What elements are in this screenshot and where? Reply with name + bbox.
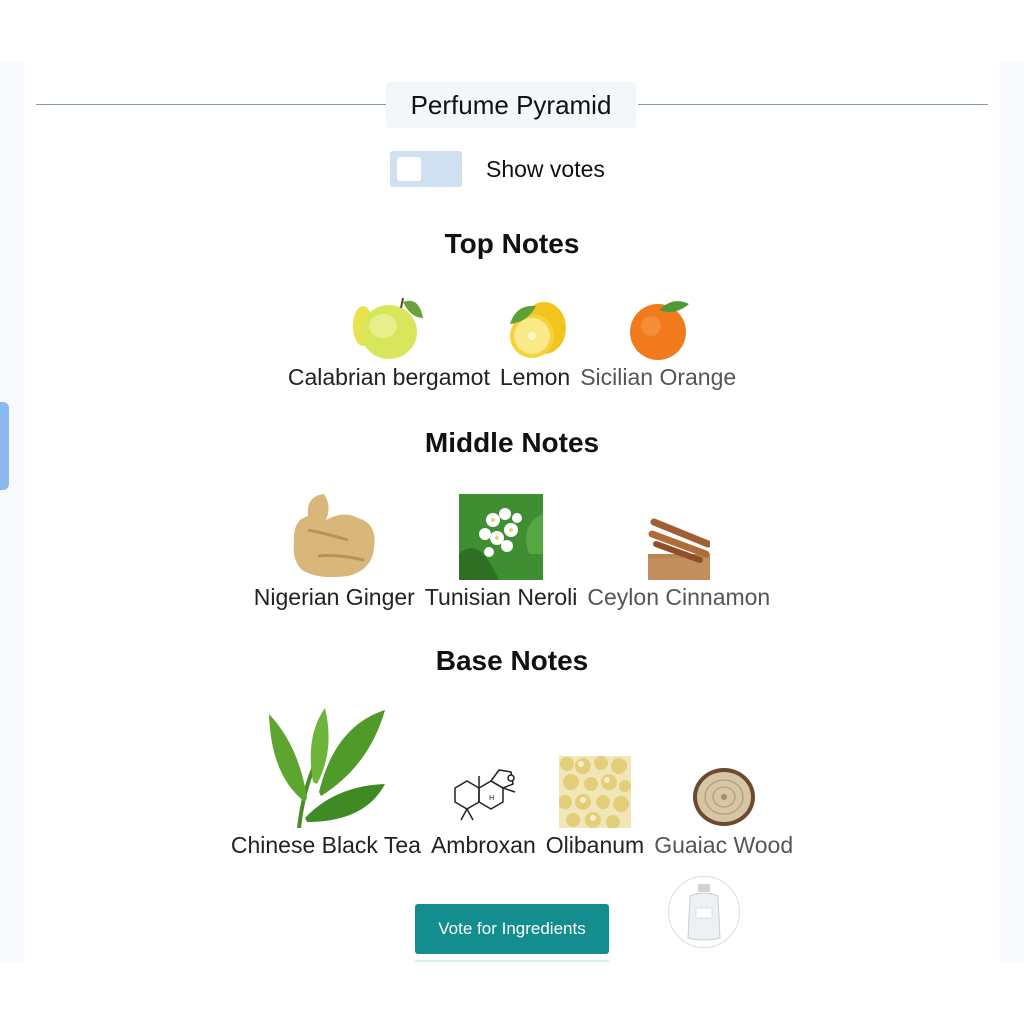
perfume-pyramid-card: Perfume Pyramid Show votes Top Notes Cal… bbox=[24, 62, 1000, 962]
show-votes-label: Show votes bbox=[486, 155, 605, 182]
perfume-bottle-icon bbox=[687, 884, 721, 941]
toggle-knob bbox=[397, 157, 421, 181]
note-label: Chinese Black Tea bbox=[230, 832, 421, 858]
page-margin-left bbox=[0, 62, 24, 962]
lemon-icon bbox=[502, 290, 568, 360]
wood-slice-icon bbox=[691, 766, 757, 828]
note-label: Guaiac Wood bbox=[654, 832, 794, 858]
note-chinese-black-tea[interactable]: Chinese Black Tea bbox=[231, 706, 421, 859]
top-notes-list: Calabrian bergamot Lemon Sicilian Orange bbox=[24, 290, 1000, 391]
note-label: Calabrian bergamot bbox=[287, 364, 490, 390]
middle-notes-list: Nigerian Ginger Tunisian Neroli Ceylon C… bbox=[24, 490, 1000, 611]
pyramid-title: Perfume Pyramid bbox=[386, 82, 636, 128]
base-notes-list: Chinese Black Tea H Ambroxan Olibanum Gu… bbox=[24, 706, 1000, 859]
top-notes-heading: Top Notes bbox=[444, 228, 580, 259]
note-lemon[interactable]: Lemon bbox=[500, 290, 570, 391]
vote-for-ingredients-button[interactable]: Vote for Ingredients bbox=[415, 904, 609, 954]
note-sicilian-orange[interactable]: Sicilian Orange bbox=[580, 290, 736, 391]
page: Perfume Pyramid Show votes Top Notes Cal… bbox=[0, 0, 1024, 1024]
perfume-bottle-thumbnail[interactable] bbox=[668, 876, 740, 948]
show-votes-toggle[interactable] bbox=[390, 151, 462, 187]
base-notes-heading: Base Notes bbox=[435, 645, 589, 676]
note-label: Ceylon Cinnamon bbox=[587, 584, 771, 610]
note-ambroxan[interactable]: H Ambroxan bbox=[431, 766, 536, 859]
neroli-icon bbox=[459, 494, 544, 580]
bergamot-icon bbox=[352, 290, 425, 360]
note-label: Olibanum bbox=[545, 832, 645, 858]
note-olibanum[interactable]: Olibanum bbox=[546, 756, 644, 859]
note-label: Sicilian Orange bbox=[580, 364, 737, 390]
header-rule-right bbox=[638, 104, 988, 105]
side-panel-tab[interactable] bbox=[0, 402, 9, 490]
page-margin-right bbox=[1000, 62, 1024, 962]
note-calabrian-bergamot[interactable]: Calabrian bergamot bbox=[288, 290, 490, 391]
show-votes-control: Show votes bbox=[390, 150, 605, 188]
cinnamon-icon bbox=[647, 518, 710, 580]
note-nigerian-ginger[interactable]: Nigerian Ginger bbox=[254, 490, 415, 611]
molecule-icon: H bbox=[447, 766, 519, 828]
header-rule-left bbox=[36, 104, 386, 105]
olibanum-icon bbox=[558, 756, 631, 828]
pyramid-header: Perfume Pyramid bbox=[36, 82, 988, 128]
note-guaiac-wood[interactable]: Guaiac Wood bbox=[654, 766, 793, 859]
svg-text:H: H bbox=[489, 794, 494, 802]
note-label: Tunisian Neroli bbox=[424, 584, 578, 610]
note-ceylon-cinnamon[interactable]: Ceylon Cinnamon bbox=[587, 518, 770, 611]
ginger-icon bbox=[288, 490, 380, 580]
tea-leaves-icon bbox=[265, 706, 387, 828]
note-label: Lemon bbox=[499, 364, 571, 390]
note-tunisian-neroli[interactable]: Tunisian Neroli bbox=[424, 494, 578, 611]
note-label: Nigerian Ginger bbox=[253, 584, 415, 610]
button-underline bbox=[415, 960, 609, 962]
orange-icon bbox=[625, 290, 691, 360]
note-label: Ambroxan bbox=[430, 832, 536, 858]
middle-notes-heading: Middle Notes bbox=[424, 427, 600, 458]
